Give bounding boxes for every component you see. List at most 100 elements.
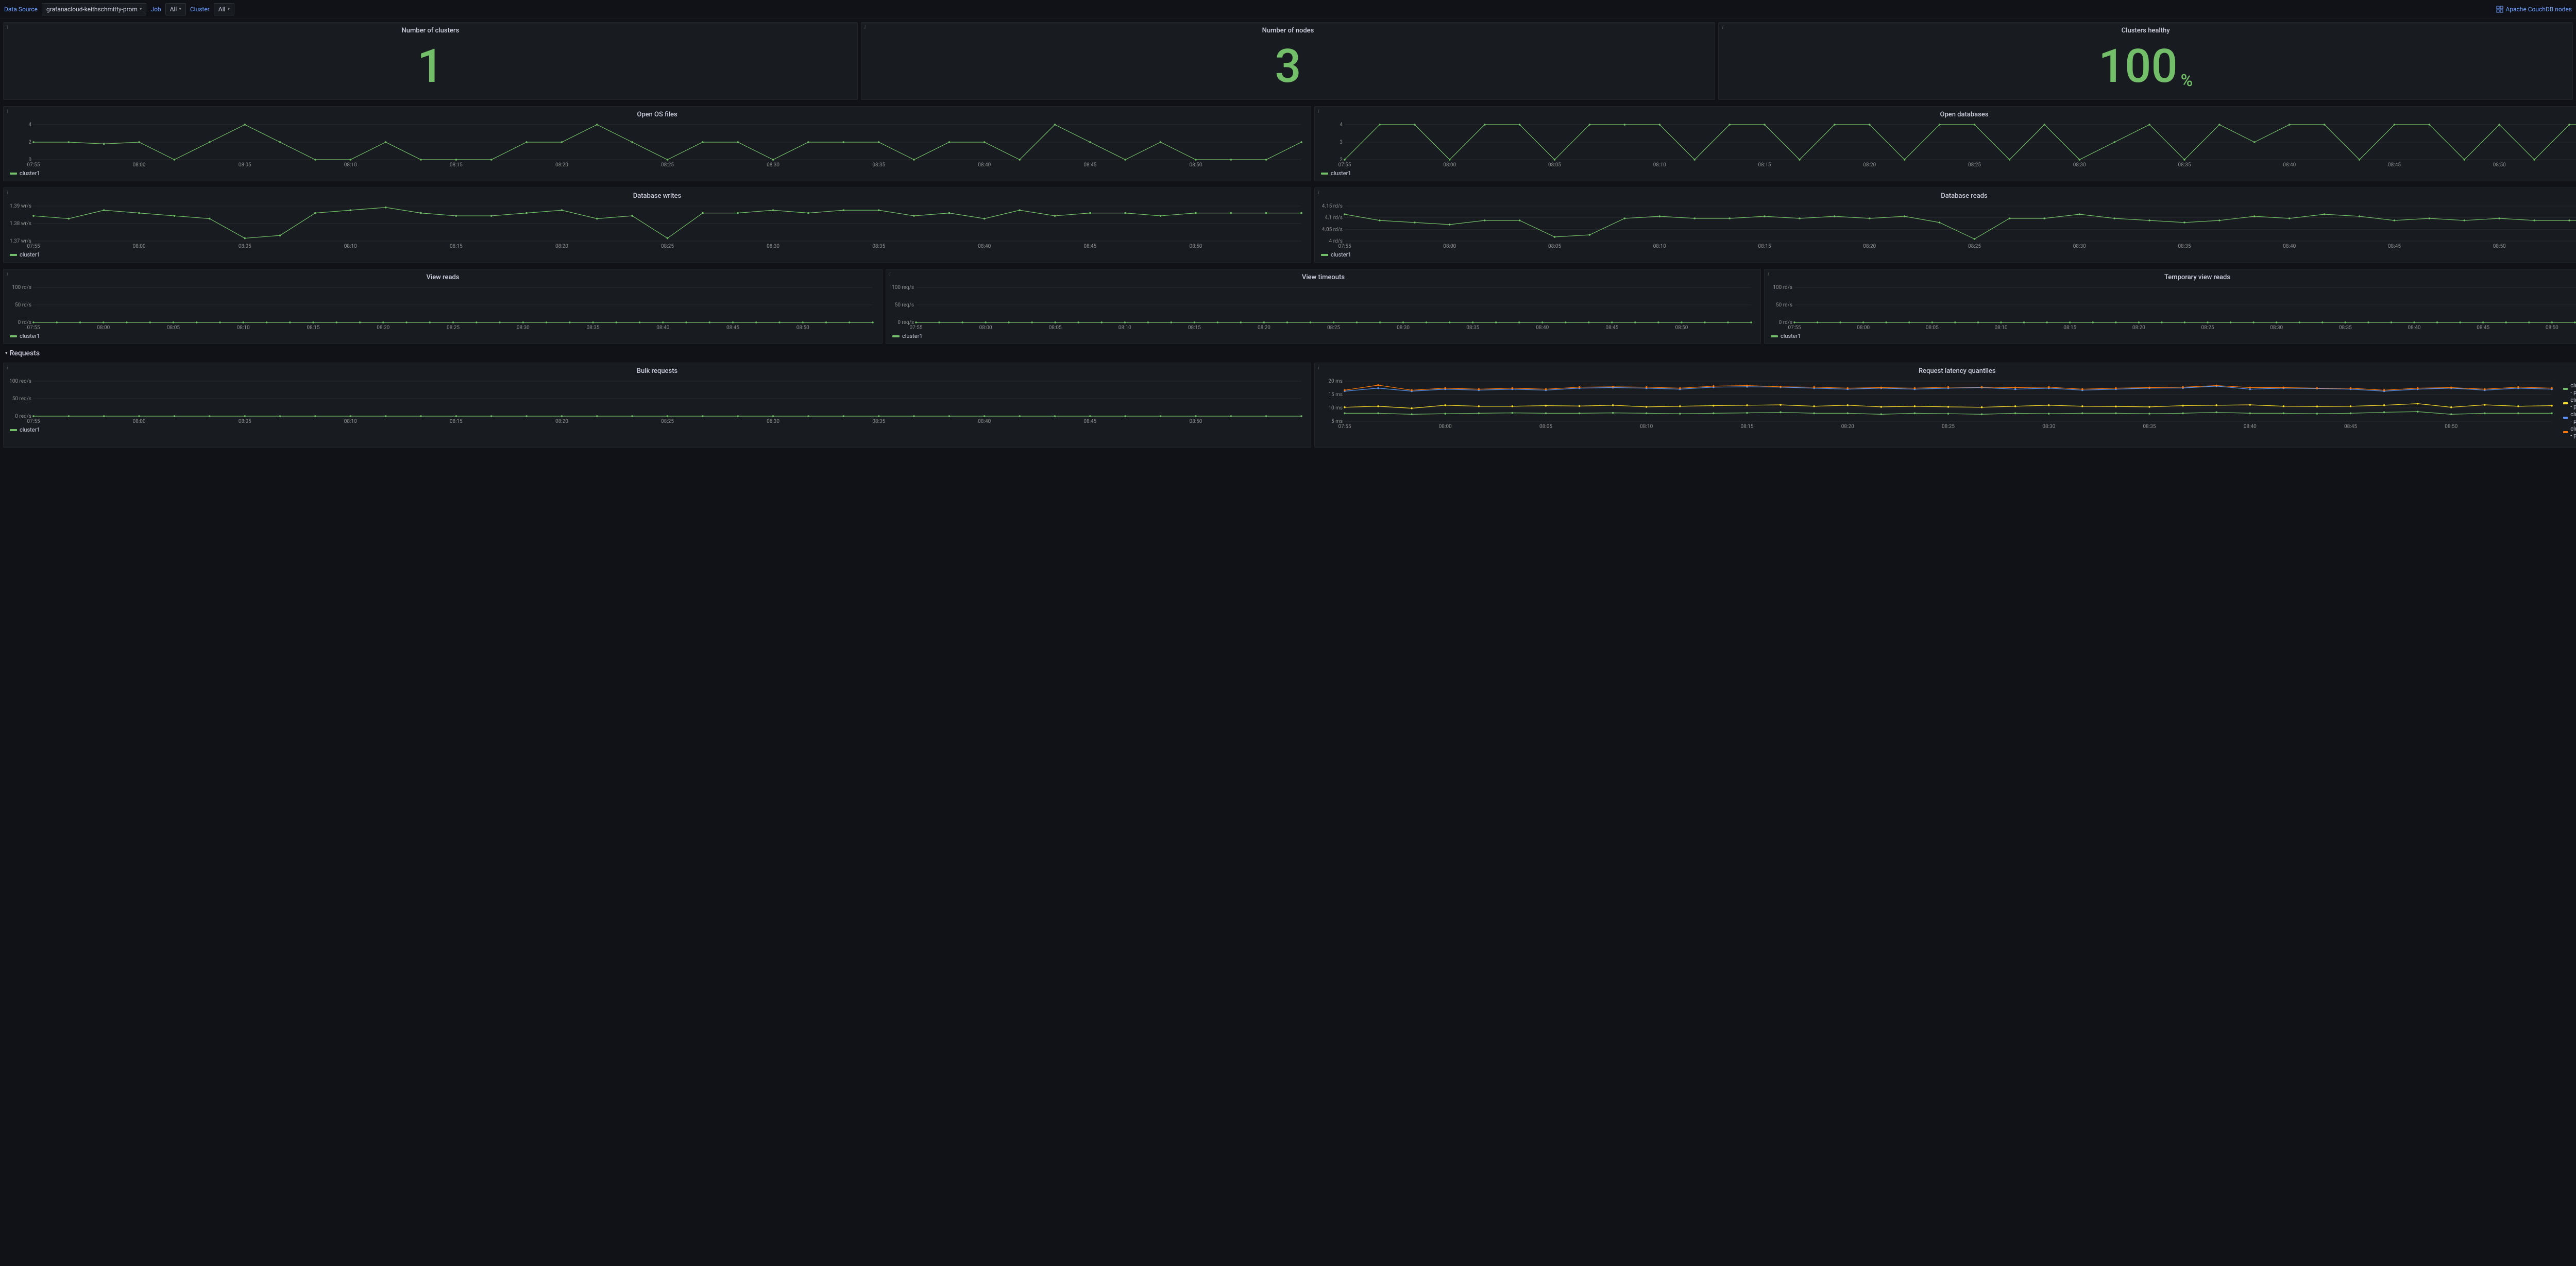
svg-text:08:30: 08:30 [2270, 325, 2283, 331]
chart-bulk-requests[interactable]: 0 req/s50 req/s100 req/s07:5508:0008:050… [6, 376, 1309, 425]
panel-view-timeouts[interactable]: i View timeouts 0 req/s50 req/s100 req/s… [886, 269, 1761, 344]
panel-bulk-requests[interactable]: i Bulk requests 0 req/s50 req/s100 req/s… [3, 363, 1311, 448]
info-icon[interactable]: i [865, 25, 866, 30]
nodes-link[interactable]: Apache CouchDB nodes [2496, 6, 2572, 13]
svg-text:08:50: 08:50 [2445, 424, 2458, 430]
svg-text:08:20: 08:20 [555, 244, 568, 249]
svg-text:08:40: 08:40 [978, 419, 991, 424]
nodes-link-label: Apache CouchDB nodes [2505, 6, 2572, 13]
row-requests[interactable]: ▾ Requests [0, 347, 2576, 360]
svg-text:07:55: 07:55 [27, 419, 40, 424]
legend-item[interactable]: cluster1 - p50 [2563, 382, 2576, 396]
chart-request-latency[interactable]: 5 ms10 ms15 ms20 ms07:5508:0008:0508:100… [1317, 376, 2559, 445]
svg-text:4.1 rd/s: 4.1 rd/s [1325, 215, 1343, 221]
svg-text:08:45: 08:45 [2388, 244, 2401, 249]
legend-item[interactable]: cluster1 [10, 426, 40, 433]
svg-text:100 req/s: 100 req/s [10, 379, 31, 384]
job-value: All [170, 6, 177, 13]
cluster-dropdown[interactable]: All ▾ [214, 3, 234, 15]
svg-text:4.15 rd/s: 4.15 rd/s [1322, 203, 1343, 209]
info-icon[interactable]: i [1768, 271, 1769, 277]
panel-request-latency-quantiles[interactable]: i Request latency quantiles 5 ms10 ms15 … [1314, 363, 2576, 448]
chevron-down-icon: ▾ [140, 7, 142, 12]
info-icon[interactable]: i [7, 109, 8, 114]
legend-item[interactable]: cluster1 [10, 251, 40, 258]
chart-open-databases[interactable]: 23407:5508:0008:0508:1008:1508:2008:2508… [1317, 119, 2576, 169]
legend-item[interactable]: cluster1 - p95 [2563, 411, 2576, 424]
svg-text:08:50: 08:50 [1189, 244, 1202, 249]
svg-text:08:40: 08:40 [2283, 244, 2296, 249]
panel-database-reads[interactable]: i Database reads 4 rd/s4.05 rd/s4.1 rd/s… [1314, 187, 2576, 263]
legend-item[interactable]: cluster1 - p99 [2563, 425, 2576, 439]
info-icon[interactable]: i [1318, 109, 1319, 114]
info-icon[interactable]: i [1318, 365, 1319, 371]
panel-number-of-clusters[interactable]: i Number of clusters 1 [3, 22, 858, 100]
legend-item[interactable]: cluster1 [10, 333, 40, 339]
data-source-dropdown[interactable]: grafanacloud-keithschmitty-prom ▾ [42, 3, 146, 15]
svg-text:08:00: 08:00 [133, 419, 146, 424]
svg-text:07:55: 07:55 [910, 325, 923, 331]
legend-item[interactable]: cluster1 [892, 333, 923, 339]
svg-text:08:35: 08:35 [2178, 162, 2191, 168]
legend-item[interactable]: cluster1 [1771, 333, 1801, 339]
svg-text:08:50: 08:50 [2546, 325, 2558, 331]
legend-item[interactable]: cluster1 [10, 170, 40, 177]
svg-text:08:00: 08:00 [1443, 244, 1456, 249]
panel-title: View timeouts [888, 271, 1758, 282]
legend-item[interactable]: cluster1 - p75 [2563, 397, 2576, 410]
svg-text:50 req/s: 50 req/s [895, 302, 914, 308]
svg-text:08:05: 08:05 [1548, 244, 1561, 249]
chart-view-reads[interactable]: 0 rd/s50 rd/s100 rd/s07:5508:0008:0508:1… [6, 282, 880, 332]
chart-database-reads[interactable]: 4 rd/s4.05 rd/s4.1 rd/s4.15 rd/s07:5508:… [1317, 201, 2576, 250]
chart-view-timeouts[interactable]: 0 req/s50 req/s100 req/s07:5508:0008:050… [888, 282, 1758, 332]
svg-text:08:40: 08:40 [978, 244, 991, 249]
svg-text:08:45: 08:45 [2477, 325, 2489, 331]
svg-text:08:05: 08:05 [239, 419, 251, 424]
chart-temp-view-reads[interactable]: 0 rd/s50 rd/s100 rd/s07:5508:0008:0508:1… [1767, 282, 2576, 332]
panel-view-reads[interactable]: i View reads 0 rd/s50 rd/s100 rd/s07:550… [3, 269, 883, 344]
info-icon[interactable]: i [1722, 25, 1723, 30]
svg-text:07:55: 07:55 [27, 162, 40, 168]
legend-item[interactable]: cluster1 [1321, 170, 1351, 177]
info-icon[interactable]: i [7, 271, 8, 277]
job-dropdown[interactable]: All ▾ [165, 3, 186, 15]
chart-database-writes[interactable]: 1.37 wr/s1.38 wr/s1.39 wr/s07:5508:0008:… [6, 201, 1309, 250]
panel-title: Number of nodes [863, 25, 1713, 36]
legend-item[interactable]: cluster1 [1321, 251, 1351, 258]
panel-number-of-nodes[interactable]: i Number of nodes 3 [861, 22, 1716, 100]
svg-text:08:40: 08:40 [1536, 325, 1549, 331]
info-icon[interactable]: i [1318, 190, 1319, 196]
svg-text:08:25: 08:25 [1327, 325, 1340, 331]
panel-clusters-healthy[interactable]: i Clusters healthy 100 % [1718, 22, 2573, 100]
svg-text:08:05: 08:05 [1049, 325, 1062, 331]
info-icon[interactable]: i [7, 25, 8, 30]
info-icon[interactable]: i [7, 365, 8, 371]
panel-open-databases[interactable]: i Open databases 23407:5508:0008:0508:10… [1314, 106, 2576, 181]
svg-text:4.05 rd/s: 4.05 rd/s [1322, 227, 1343, 232]
svg-text:08:50: 08:50 [1189, 162, 1202, 168]
svg-text:08:00: 08:00 [133, 244, 146, 249]
svg-text:07:55: 07:55 [1788, 325, 1801, 331]
row-title: Requests [10, 349, 40, 357]
panel-database-writes[interactable]: i Database writes 1.37 wr/s1.38 wr/s1.39… [3, 187, 1311, 263]
svg-text:07:55: 07:55 [1338, 424, 1351, 430]
chart-open-os-files[interactable]: 02407:5508:0008:0508:1008:1508:2008:2508… [6, 119, 1309, 169]
svg-text:4: 4 [28, 122, 31, 128]
svg-text:08:40: 08:40 [978, 162, 991, 168]
svg-text:08:10: 08:10 [344, 419, 357, 424]
svg-text:08:05: 08:05 [239, 162, 251, 168]
svg-text:100 req/s: 100 req/s [892, 285, 914, 290]
svg-text:07:55: 07:55 [1338, 162, 1351, 168]
info-icon[interactable]: i [889, 271, 891, 277]
info-icon[interactable]: i [7, 190, 8, 196]
svg-text:08:20: 08:20 [377, 325, 389, 331]
svg-text:100 rd/s: 100 rd/s [1773, 285, 1792, 290]
panel-temporary-view-reads[interactable]: i Temporary view reads 0 rd/s50 rd/s100 … [1764, 269, 2576, 344]
svg-text:08:10: 08:10 [1995, 325, 2008, 331]
panel-open-os-files[interactable]: i Open OS files 02407:5508:0008:0508:100… [3, 106, 1311, 181]
svg-text:08:25: 08:25 [661, 419, 674, 424]
legend-latency: cluster1 - p50 cluster1 - p75 cluster1 -… [2559, 376, 2576, 445]
panel-title: Request latency quantiles [1317, 365, 2576, 376]
svg-text:08:40: 08:40 [2283, 162, 2296, 168]
svg-text:08:50: 08:50 [2493, 162, 2506, 168]
